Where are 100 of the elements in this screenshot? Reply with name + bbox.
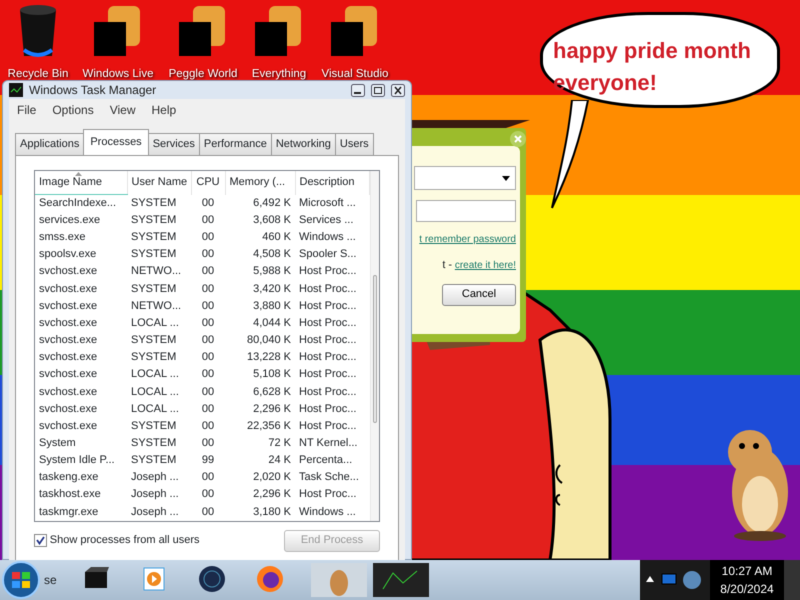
tab[interactable]: Services xyxy=(148,133,200,154)
text-field[interactable] xyxy=(416,200,516,222)
table-cell-text: Joseph ... xyxy=(130,487,180,502)
table-cell-text: 00 xyxy=(200,247,216,262)
icon-label: Windows Live xyxy=(82,67,154,82)
tab[interactable]: Networking xyxy=(270,133,336,154)
table-cell-text: 72 K xyxy=(267,436,292,452)
table-cell-text: SYSTEM xyxy=(130,282,178,297)
column-header[interactable]: Description xyxy=(295,170,369,194)
icon-label: Recycle Bin xyxy=(8,67,68,82)
table-cell-text: svchost.exe xyxy=(38,298,98,314)
table-cell-text: 4,044 K xyxy=(252,316,292,331)
table-cell-text: LOCAL ... xyxy=(130,402,180,417)
table-cell-text: SYSTEM xyxy=(130,453,178,468)
column-header[interactable]: CPU xyxy=(191,170,225,194)
table-cell-text: SYSTEM xyxy=(130,247,178,262)
table-cell-text: smss.exe xyxy=(38,230,86,246)
table-cell-text: SYSTEM xyxy=(130,212,178,228)
table-cell-text: services.exe xyxy=(38,212,102,228)
table-cell-text: svchost.exe xyxy=(38,333,98,348)
table-cell-text: Host Proc... xyxy=(298,264,358,280)
table-cell-text: 2,020 K xyxy=(252,470,292,486)
hamster-thumbnail[interactable] xyxy=(310,563,367,597)
table-cell-text: 4,508 K xyxy=(252,247,292,262)
table-cell-text: 99 xyxy=(200,453,216,468)
maximize-button[interactable] xyxy=(371,84,385,96)
monitor-thumbnail[interactable] xyxy=(372,563,429,597)
table-cell-text: SYSTEM xyxy=(130,436,178,452)
tab[interactable]: Users xyxy=(334,133,374,154)
table-cell: SYSTEM xyxy=(127,194,191,212)
create-account-link[interactable]: create it here! xyxy=(454,258,516,273)
scrollbar-thumb[interactable] xyxy=(372,274,377,422)
table-cell-text: 00 xyxy=(200,418,216,434)
table-cell-text: Host Proc... xyxy=(298,316,358,331)
table-cell-text: 22,356 K xyxy=(246,418,292,434)
icon-label: Peggle World xyxy=(168,67,238,82)
tray-icons[interactable] xyxy=(640,560,710,600)
table-cell-text: 00 xyxy=(200,384,216,400)
scrollbar[interactable] xyxy=(370,170,379,520)
table-cell-text: LOCAL ... xyxy=(130,367,180,382)
table-cell-text: taskhost.exe xyxy=(38,487,102,502)
dropdown-field[interactable] xyxy=(414,166,516,190)
table-cell-text: svchost.exe xyxy=(38,418,98,434)
table-cell-text: Host Proc... xyxy=(298,418,358,434)
table-cell-text: 00 xyxy=(200,487,216,502)
table-cell: SearchIndexe... xyxy=(35,194,127,212)
table-cell-text: Windows ... xyxy=(298,230,357,246)
table-cell-text: 6,628 K xyxy=(252,384,292,400)
table-cell-text: svchost.exe xyxy=(38,384,98,400)
table-cell-text: svchost.exe xyxy=(38,264,98,280)
table-cell-text: 3,880 K xyxy=(252,298,292,314)
table-cell-text: Task Sche... xyxy=(298,470,360,486)
table-cell-text: Host Proc... xyxy=(298,333,358,348)
tab[interactable]: Processes xyxy=(83,129,149,154)
table-cell-text: 00 xyxy=(200,367,216,382)
table-cell-text: Host Proc... xyxy=(298,402,358,417)
table-cell-text: 80,040 K xyxy=(246,333,292,348)
menu-item[interactable]: View xyxy=(110,101,136,119)
close-button[interactable] xyxy=(391,84,405,96)
table-cell-text: SYSTEM xyxy=(130,333,178,348)
table-cell-text: NETWO... xyxy=(130,264,182,280)
table-cell-text: 00 xyxy=(200,350,216,366)
minimize-button[interactable] xyxy=(351,84,365,96)
checkbox[interactable] xyxy=(34,534,47,547)
table-cell-text: 24 K xyxy=(267,453,292,468)
table-cell-text: NT Kernel... xyxy=(298,436,358,452)
menu-item[interactable]: Options xyxy=(52,101,94,119)
table-cell-text: Joseph ... xyxy=(130,504,180,520)
column-header[interactable]: Image Name xyxy=(35,170,127,194)
clock[interactable]: 10:27 AM 8/20/2024 xyxy=(710,560,784,600)
table-cell-text: taskeng.exe xyxy=(38,470,100,486)
table-cell-text: 3,608 K xyxy=(252,212,292,228)
table-cell-text: Host Proc... xyxy=(298,367,358,382)
column-header[interactable]: Memory (... xyxy=(225,170,295,194)
menu-item[interactable]: Help xyxy=(152,101,176,119)
tab[interactable]: Performance xyxy=(198,133,272,154)
table-cell-text: svchost.exe xyxy=(38,316,98,331)
menu-item[interactable]: File xyxy=(17,101,36,119)
table-cell-text: LOCAL ... xyxy=(130,316,180,331)
tab[interactable]: Applications xyxy=(15,133,84,154)
table-cell-text: 460 K xyxy=(261,230,292,246)
table-cell-text: Host Proc... xyxy=(298,350,358,366)
table-cell-text: NETWO... xyxy=(130,298,182,314)
table-cell-text: 5,988 K xyxy=(252,264,292,280)
remember-link[interactable]: t remember password xyxy=(419,232,516,247)
table-cell: 6,492 K xyxy=(225,194,295,212)
sort-arrow-icon xyxy=(75,172,82,176)
start-button[interactable] xyxy=(0,560,42,600)
cancel-button[interactable]: Cancel xyxy=(442,284,516,306)
table-cell-text: SYSTEM xyxy=(130,418,178,434)
column-header[interactable]: User Name xyxy=(127,170,191,194)
checkbox-label: Show processes from all users xyxy=(50,533,200,548)
table-cell-text: 2,296 K xyxy=(252,402,292,417)
table-cell-text: SYSTEM xyxy=(130,350,178,366)
table-cell-text: 13,228 K xyxy=(246,350,292,366)
table-cell-text: svchost.exe xyxy=(38,350,98,366)
table-cell-text: 00 xyxy=(200,470,216,486)
table-cell-text: System Idle P... xyxy=(38,453,116,468)
table-cell-text: Host Proc... xyxy=(298,282,358,297)
table-cell-text: 00 xyxy=(200,402,216,417)
